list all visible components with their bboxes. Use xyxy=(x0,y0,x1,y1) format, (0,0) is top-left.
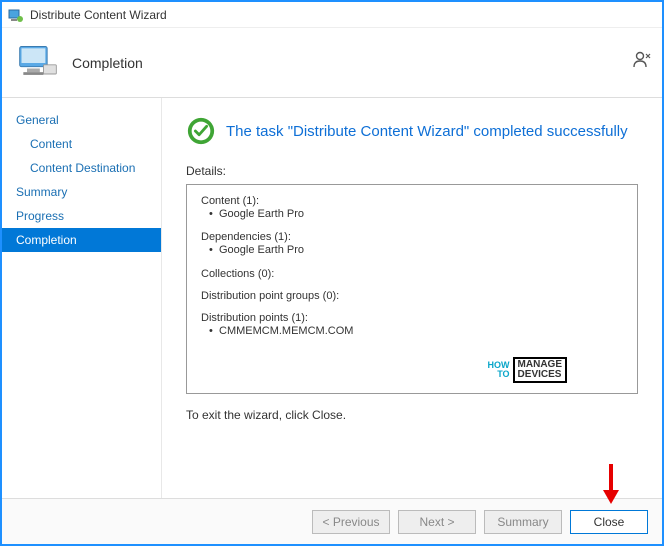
success-message: The task "Distribute Content Wizard" com… xyxy=(226,123,628,140)
sidebar: General Content Content Destination Summ… xyxy=(2,98,162,498)
footer: < Previous Next > Summary Close xyxy=(2,498,662,544)
sidebar-item-content[interactable]: Content xyxy=(2,132,161,156)
details-dependencies-heading: Dependencies (1): xyxy=(201,231,623,243)
titlebar: Distribute Content Wizard xyxy=(2,2,662,28)
details-dpg-heading: Distribution point groups (0): xyxy=(201,290,623,302)
previous-button: < Previous xyxy=(312,510,390,534)
close-button[interactable]: Close xyxy=(570,510,648,534)
details-content-heading: Content (1): xyxy=(201,195,623,207)
details-dp-item: CMMEMCM.MEMCM.COM xyxy=(201,324,623,338)
details-label: Details: xyxy=(186,164,638,178)
details-box: Content (1): Google Earth Pro Dependenci… xyxy=(186,184,638,394)
sidebar-item-completion[interactable]: Completion xyxy=(2,228,161,252)
wizard-body: General Content Content Destination Summ… xyxy=(2,98,662,498)
window-title: Distribute Content Wizard xyxy=(30,8,167,22)
main-content: The task "Distribute Content Wizard" com… xyxy=(162,98,662,498)
sidebar-item-progress[interactable]: Progress xyxy=(2,204,161,228)
watermark: HOW TO MANAGE DEVICES xyxy=(488,357,567,383)
wizard-window: Distribute Content Wizard Completion Gen… xyxy=(0,0,664,546)
monitor-icon xyxy=(16,41,60,85)
sidebar-item-general[interactable]: General xyxy=(2,108,161,132)
details-dp-heading: Distribution points (1): xyxy=(201,312,623,324)
details-collections-heading: Collections (0): xyxy=(201,268,623,280)
app-icon xyxy=(8,7,24,23)
page-title: Completion xyxy=(72,55,143,71)
details-dependencies-item: Google Earth Pro xyxy=(201,243,623,257)
watermark-box: MANAGE DEVICES xyxy=(513,357,567,383)
sidebar-item-content-destination[interactable]: Content Destination xyxy=(2,156,161,180)
next-button: Next > xyxy=(398,510,476,534)
success-check-icon xyxy=(186,116,216,146)
summary-button: Summary xyxy=(484,510,562,534)
wizard-header: Completion xyxy=(2,28,662,98)
watermark-howto: HOW TO xyxy=(488,361,510,379)
details-content-item: Google Earth Pro xyxy=(201,207,623,221)
success-row: The task "Distribute Content Wizard" com… xyxy=(186,116,638,146)
user-icon[interactable] xyxy=(632,50,652,70)
exit-instruction: To exit the wizard, click Close. xyxy=(186,408,638,422)
sidebar-item-summary[interactable]: Summary xyxy=(2,180,161,204)
